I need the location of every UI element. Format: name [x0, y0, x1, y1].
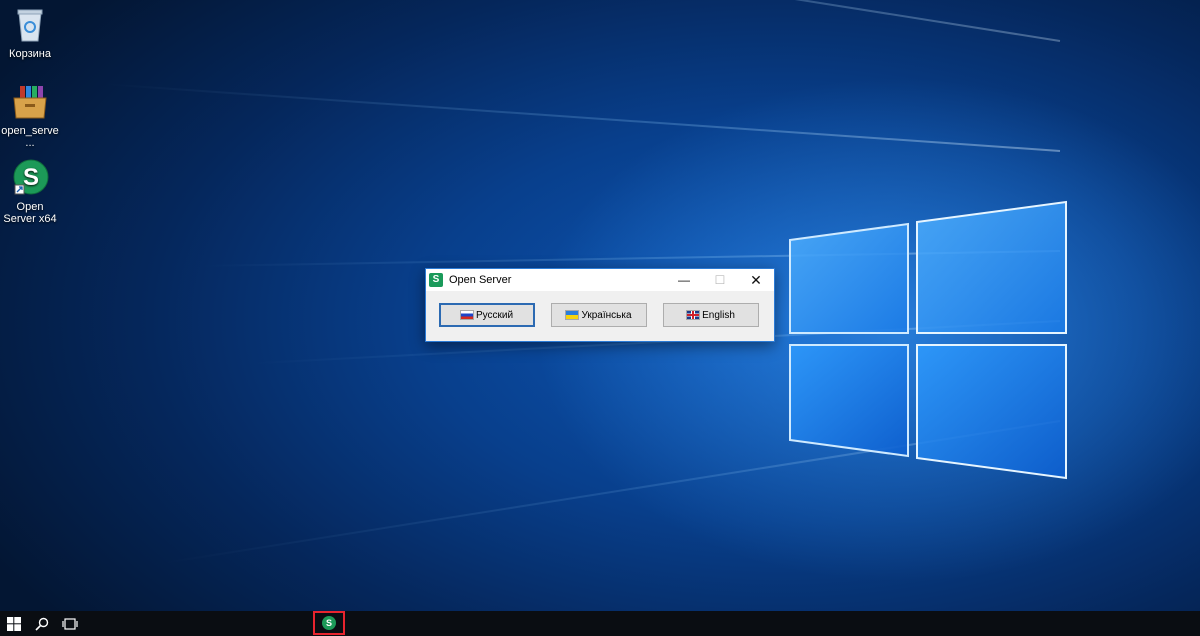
open-server-language-dialog: S Open Server — ☐ ✕ Русский Українська E… — [425, 268, 775, 342]
taskbar: S — [0, 611, 1200, 636]
open-server-icon: S — [10, 158, 50, 198]
archive-installer-icon — [10, 82, 50, 122]
svg-text:S: S — [23, 164, 39, 191]
ukraine-flag-icon — [566, 311, 579, 319]
english-language-button[interactable]: English — [663, 303, 759, 327]
maximize-button[interactable]: ☐ — [702, 269, 738, 291]
dialog-body: Русский Українська English — [426, 291, 774, 341]
windows-start-icon — [7, 616, 21, 631]
recycle-bin-icon — [10, 5, 50, 45]
start-button[interactable] — [0, 611, 28, 636]
minimize-button[interactable]: — — [666, 269, 702, 291]
desktop-icon-label: Корзина — [9, 48, 51, 60]
russia-flag-icon — [460, 311, 473, 319]
desktop-icon-installer[interactable]: open_serve... — [0, 82, 60, 149]
uk-flag-icon — [687, 311, 700, 319]
open-server-icon: S — [322, 616, 336, 630]
search-icon — [35, 617, 49, 631]
search-button[interactable] — [28, 611, 56, 636]
dialog-title: Open Server — [449, 274, 512, 286]
russian-language-button[interactable]: Русский — [439, 303, 535, 327]
taskbar-open-server-button[interactable]: S — [313, 611, 345, 635]
task-view-button[interactable] — [56, 611, 84, 636]
close-button[interactable]: ✕ — [738, 269, 774, 291]
button-label: English — [702, 309, 735, 321]
desktop: Корзина open_serve... S Open Server x64 — [0, 0, 1200, 636]
dialog-titlebar[interactable]: S Open Server — ☐ ✕ — [426, 269, 774, 291]
desktop-icon-recycle-bin[interactable]: Корзина — [0, 5, 60, 60]
desktop-icon-label: Open Server x64 — [3, 201, 57, 225]
button-label: Українська — [581, 309, 632, 321]
ukrainian-language-button[interactable]: Українська — [551, 303, 647, 327]
button-label: Русский — [475, 309, 514, 321]
desktop-icon-label: open_serve... — [1, 125, 59, 149]
task-view-icon — [62, 617, 78, 630]
open-server-app-icon: S — [429, 273, 443, 287]
desktop-icon-open-server[interactable]: S Open Server x64 — [0, 158, 60, 225]
